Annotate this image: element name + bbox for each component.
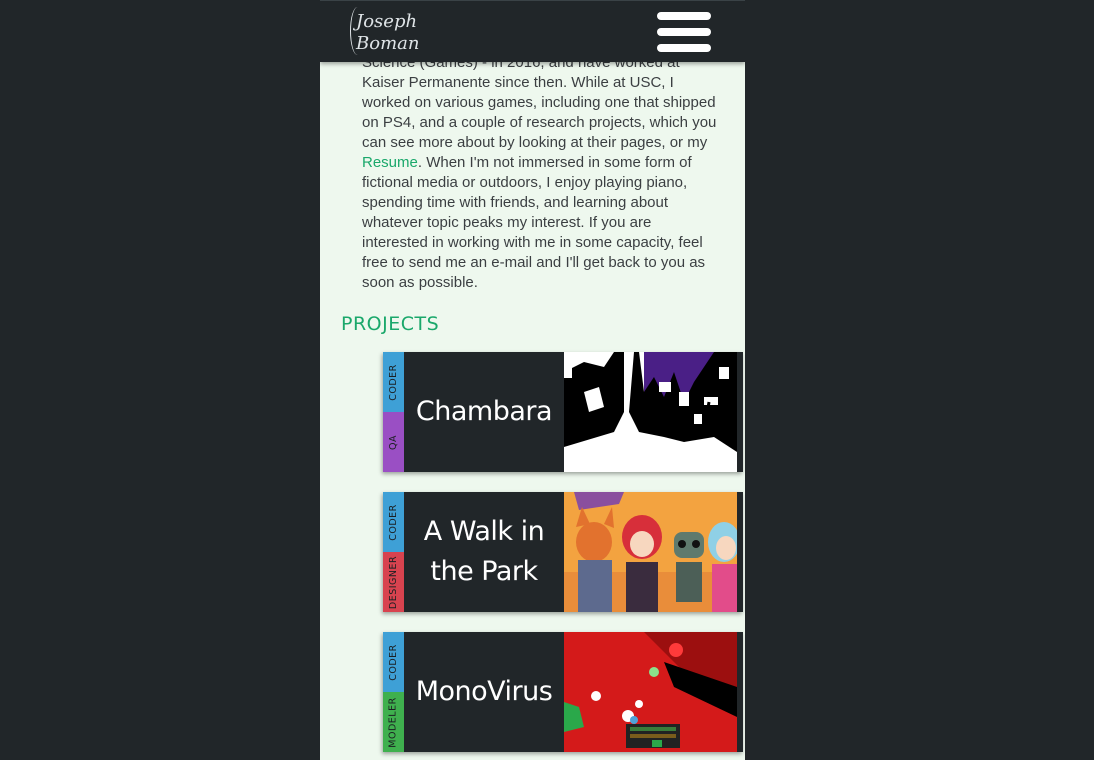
role-tag-coder: CODER [383, 492, 404, 552]
about-text-start: Science (Games) - in 2016, and have work… [362, 54, 717, 151]
about-text-end: . When I'm not immersed in some form of … [362, 154, 706, 291]
role-tags: CODER MODELER [383, 632, 404, 752]
project-card-chambara[interactable]: CODER QA Chambara [383, 352, 743, 472]
hamburger-menu-icon[interactable] [657, 12, 711, 52]
role-tag-coder: CODER [383, 632, 404, 692]
role-tag-modeler: MODELER [383, 692, 404, 752]
project-thumbnail-chambara [564, 352, 737, 472]
site-logo[interactable]: Joseph Boman [350, 7, 450, 57]
resume-link[interactable]: Resume [362, 154, 418, 171]
logo-first-name: Joseph [356, 11, 418, 32]
project-title: MonoVirus [415, 676, 553, 707]
project-title: A Walk in the Park [423, 516, 545, 587]
project-card-a-walk-in-the-park[interactable]: CODER DESIGNER A Walk in the Park [383, 492, 743, 612]
project-card-monovirus[interactable]: CODER MODELER MonoVirus [383, 632, 743, 752]
logo-last-name: Boman [356, 33, 420, 54]
projects-heading: PROJECTS [341, 313, 440, 335]
menu-bar [657, 44, 711, 52]
menu-bar [657, 12, 711, 20]
role-tag-coder: CODER [383, 352, 404, 412]
role-tag-qa: QA [383, 412, 404, 472]
page-content: Joseph Boman Science (Games) - in 2016, … [320, 0, 745, 760]
project-thumbnail-monovirus [564, 632, 737, 752]
role-tags: CODER QA [383, 352, 404, 472]
project-thumbnail-walk-in-the-park [564, 492, 737, 612]
menu-bar [657, 28, 711, 36]
role-tag-designer: DESIGNER [383, 552, 404, 612]
project-title: Chambara [415, 396, 553, 427]
about-paragraph: Science (Games) - in 2016, and have work… [362, 53, 720, 293]
role-tags: CODER DESIGNER [383, 492, 404, 612]
top-navbar: Joseph Boman [320, 0, 745, 62]
